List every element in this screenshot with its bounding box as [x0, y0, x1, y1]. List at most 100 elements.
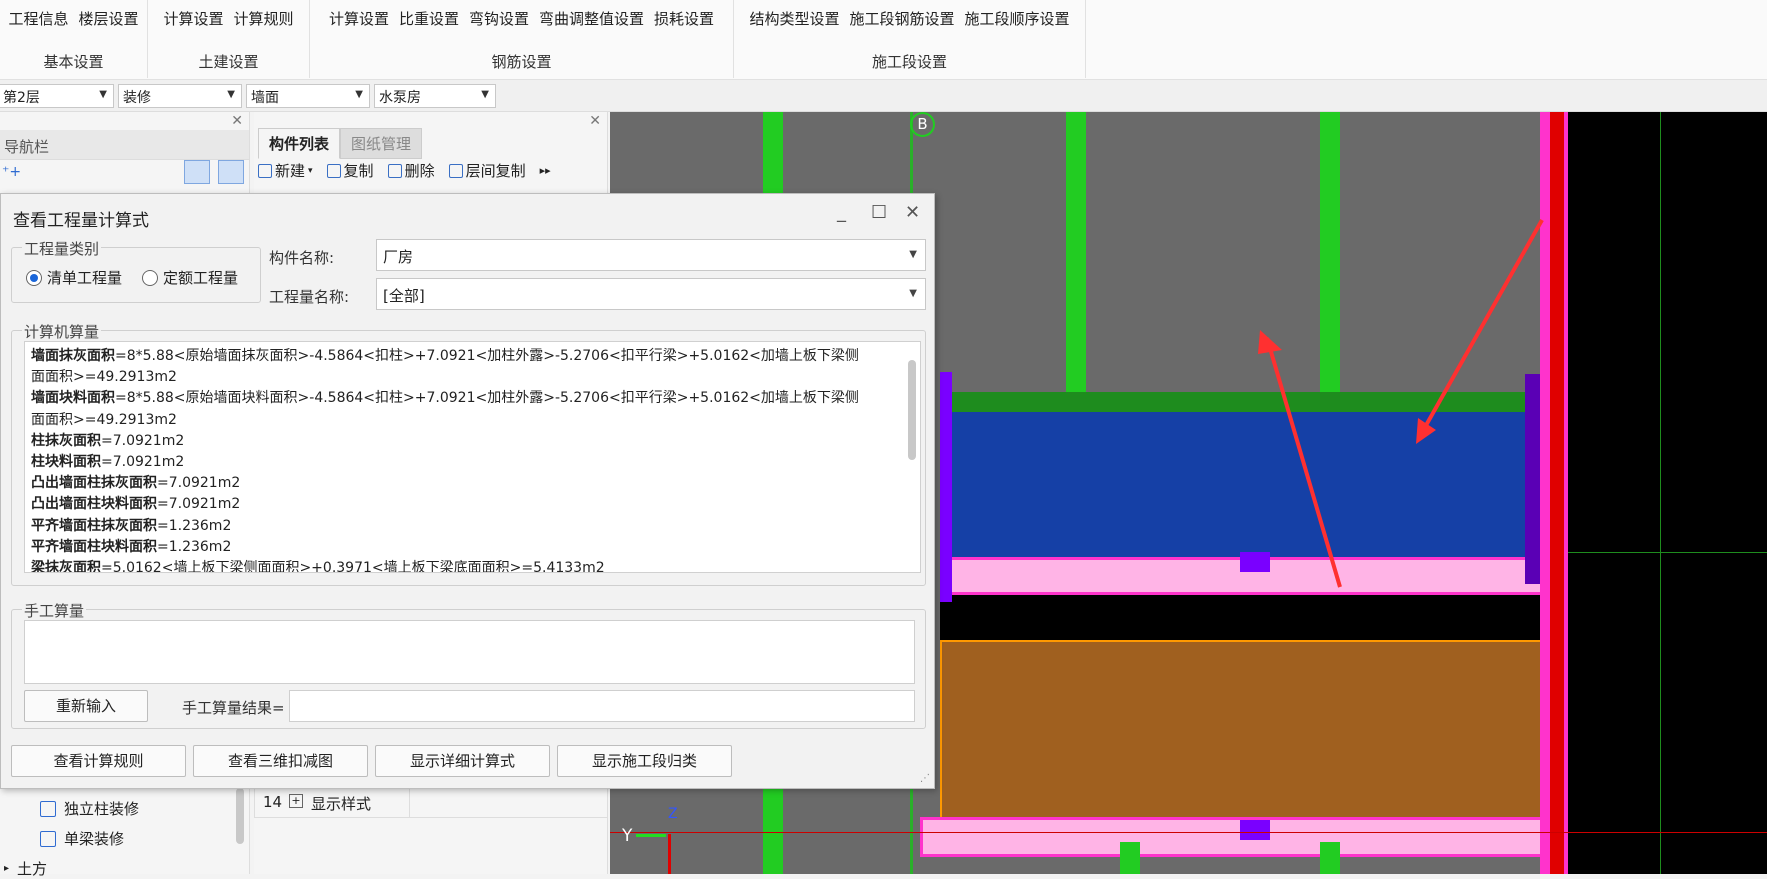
formula-expr: 面面积>=49.2913m2: [31, 369, 177, 386]
chevron-right-icon: ▸: [4, 863, 10, 874]
show-segment-classification-button[interactable]: 显示施工段归类: [557, 745, 732, 777]
floor-copy-button[interactable]: 层间复制: [448, 160, 526, 181]
quantity-name-value: [全部]: [383, 287, 425, 305]
quantity-name-select[interactable]: [全部] ▼: [376, 278, 926, 310]
resize-grip-icon[interactable]: ⋰: [920, 773, 930, 784]
formula-expr: =8*5.88<原始墙面抹灰面积>-4.5864<扣柱>+7.0921<加柱外露…: [115, 348, 859, 364]
expand-icon[interactable]: +: [289, 794, 303, 808]
close-icon[interactable]: ✕: [589, 113, 601, 129]
trash-icon: [387, 163, 402, 178]
tree-item-earthwork[interactable]: ▸ 土方: [4, 858, 47, 879]
formula-expr: =7.0921m2: [157, 475, 241, 492]
formula-line: 平齐墙面柱抹灰面积=1.236m2: [31, 516, 914, 537]
radio-list-quantity[interactable]: 清单工程量: [26, 267, 122, 288]
more-icon[interactable]: ▸▸: [540, 160, 551, 181]
nav-scrollbar[interactable]: [236, 788, 244, 844]
show-detailed-formula-button[interactable]: 显示详细计算式: [375, 745, 550, 777]
radio-quota-quantity[interactable]: 定额工程量: [142, 267, 238, 288]
minimize-icon[interactable]: _: [837, 202, 846, 223]
floor-select-value: 第2层: [3, 90, 40, 106]
formula-expr: =1.236m2: [157, 538, 232, 555]
formula-line: 凸出墙面柱抹灰面积=7.0921m2: [31, 473, 914, 494]
component-name-select[interactable]: 厂房 ▼: [376, 239, 926, 271]
type-select[interactable]: 墙面 ▼: [246, 84, 370, 108]
ribbon-calc-rules[interactable]: 计算规则: [234, 8, 294, 29]
delete-label: 删除: [404, 162, 435, 180]
row-index: 14: [263, 793, 283, 811]
ribbon-bend-adjust-settings[interactable]: 弯曲调整值设置: [539, 8, 644, 29]
component-select-value: 水泵房: [379, 90, 421, 106]
chevron-down-icon: ▼: [481, 89, 489, 100]
formula-expr: =5.0162<墙上板下梁侧面面积>+0.3971<墙上板下梁底面面积>=5.4…: [101, 560, 605, 573]
tree-item-column-decoration[interactable]: 独立柱装修: [40, 798, 139, 819]
manual-formula-input[interactable]: [24, 620, 915, 684]
new-icon: [258, 163, 272, 178]
formula-expr: =1.236m2: [157, 517, 232, 534]
ribbon-project-info[interactable]: 工程信息: [8, 8, 68, 29]
formula-expr: =8*5.88<原始墙面块料面积>-4.5864<扣柱>+7.0921<加柱外露…: [115, 390, 859, 407]
view-calc-rules-button[interactable]: 查看计算规则: [11, 745, 186, 777]
column-divider: [409, 789, 410, 817]
manual-result-input[interactable]: [289, 690, 915, 722]
tab-drawing-management[interactable]: 图纸管理: [340, 128, 423, 159]
chevron-down-icon: ▼: [909, 249, 917, 260]
add-icon[interactable]: ⁺+: [2, 164, 21, 180]
chevron-down-icon: ▼: [355, 89, 363, 100]
beam-decoration-icon: [40, 830, 56, 847]
ribbon-segment-order-settings[interactable]: 施工段顺序设置: [965, 8, 1070, 29]
list-view-icon[interactable]: [184, 160, 210, 184]
formula-expr: =7.0921m2: [101, 454, 185, 471]
formula-term: 柱抹灰面积: [31, 432, 101, 449]
computer-quantity-legend: 计算机算量: [22, 321, 102, 342]
tree-item-label: 单梁装修: [64, 830, 125, 848]
formula-term: 平齐墙面柱块料面积: [31, 538, 157, 555]
view-3d-deduction-button[interactable]: 查看三维扣减图: [193, 745, 368, 777]
annotation-arrow-1: [1265, 337, 1342, 588]
chevron-down-icon: ▼: [99, 89, 107, 100]
component-tabs: 构件列表 图纸管理: [258, 128, 423, 159]
close-icon[interactable]: ✕: [231, 113, 243, 129]
column-decoration-icon: [40, 800, 56, 817]
ribbon-loss-settings[interactable]: 损耗设置: [654, 8, 714, 29]
ribbon-segment-rebar-settings[interactable]: 施工段钢筋设置: [849, 8, 954, 29]
new-button[interactable]: 新建 ▾: [258, 160, 313, 181]
ribbon-floor-settings[interactable]: 楼层设置: [79, 8, 139, 29]
close-icon[interactable]: ✕: [905, 202, 920, 223]
manual-result-label: 手工算量结果=: [182, 699, 285, 717]
formula-term: 平齐墙面柱抹灰面积: [31, 517, 157, 534]
tree-item-beam-decoration[interactable]: 单梁装修: [40, 828, 124, 849]
floor-copy-icon: [448, 163, 463, 178]
table-row[interactable]: 14 + 显示样式: [254, 788, 608, 818]
tab-component-list[interactable]: 构件列表: [258, 128, 341, 159]
ribbon-rebar-calc-settings[interactable]: 计算设置: [329, 8, 389, 29]
quantity-type-group: 工程量类别 清单工程量 定额工程量: [11, 238, 261, 303]
formula-scrollbar[interactable]: [908, 360, 916, 460]
delete-button[interactable]: 删除: [387, 160, 435, 181]
chevron-down-icon: ▼: [227, 89, 235, 100]
component-name-value: 厂房: [383, 248, 414, 266]
maximize-icon[interactable]: ☐: [871, 202, 887, 223]
chevron-down-icon: ▼: [909, 288, 917, 299]
formula-term: 凸出墙面柱块料面积: [31, 496, 157, 513]
category-select[interactable]: 装修 ▼: [118, 84, 242, 108]
copy-button[interactable]: 复制: [326, 160, 374, 181]
ribbon-density-settings[interactable]: 比重设置: [399, 8, 459, 29]
radio-dot: [26, 269, 42, 286]
formula-text-area[interactable]: 墙面抹灰面积=8*5.88<原始墙面抹灰面积>-4.5864<扣柱>+7.092…: [24, 341, 921, 573]
ribbon-structure-type-settings[interactable]: 结构类型设置: [749, 8, 839, 29]
detail-view-icon[interactable]: [218, 160, 244, 184]
type-select-value: 墙面: [251, 90, 279, 106]
component-name-label: 构件名称:: [269, 249, 335, 267]
formula-term: 墙面块料面积: [31, 390, 115, 407]
quantity-type-legend: 工程量类别: [22, 238, 102, 259]
formula-line: 面面积>=49.2913m2: [31, 410, 914, 431]
manual-quantity-legend: 手工算量: [22, 600, 87, 621]
floor-select[interactable]: 第2层 ▼: [0, 84, 114, 108]
reenter-button[interactable]: 重新输入: [24, 690, 148, 722]
ribbon-group-label: 基本设置: [43, 53, 104, 71]
component-select[interactable]: 水泵房 ▼: [374, 84, 496, 108]
ribbon-civil-calc-settings[interactable]: 计算设置: [163, 8, 223, 29]
component-toolbar: 新建 ▾ 复制 删除 层间复制 ▸▸: [258, 160, 551, 181]
formula-line: 墙面抹灰面积=8*5.88<原始墙面抹灰面积>-4.5864<扣柱>+7.092…: [31, 346, 914, 367]
ribbon-hook-settings[interactable]: 弯钩设置: [469, 8, 529, 29]
